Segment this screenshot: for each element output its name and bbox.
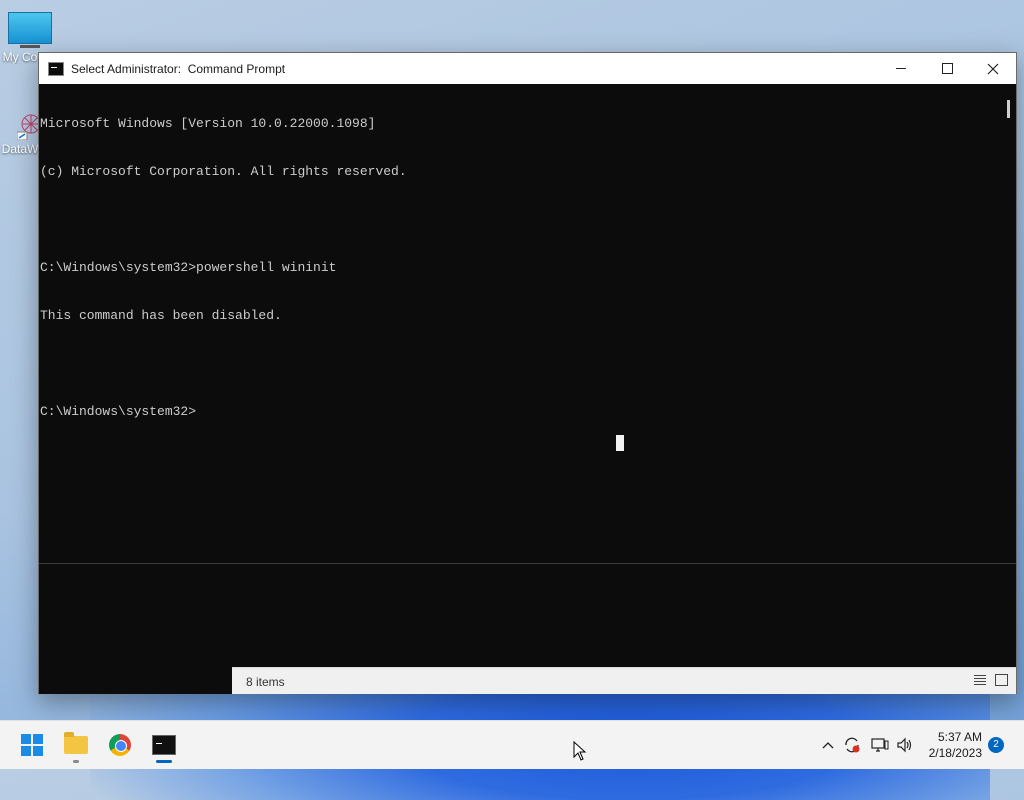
console-output[interactable]: Microsoft Windows [Version 10.0.22000.10… [39, 84, 1000, 562]
minimize-button[interactable] [878, 53, 924, 84]
clock[interactable]: 5:37 AM 2/18/2023 [929, 729, 982, 761]
desktop-icon-label: My Co [2, 50, 38, 64]
cmd-icon [48, 61, 64, 76]
chrome-icon [109, 734, 131, 756]
notification-badge[interactable]: 2 [988, 737, 1004, 753]
mouse-pointer-icon [573, 741, 587, 761]
folder-icon [64, 732, 88, 754]
title-bar[interactable]: Select Administrator: Command Prompt [39, 53, 1016, 84]
cmd-icon [152, 735, 176, 755]
maximize-icon [941, 63, 953, 74]
console-line: C:\Windows\system32>powershell wininit [40, 260, 337, 275]
close-button[interactable] [970, 53, 1016, 84]
volume-icon [897, 737, 912, 753]
taskbar-chrome[interactable] [100, 725, 140, 765]
console-prompt-line: C:\Windows\system32> [40, 404, 197, 419]
scrollbar-thumb[interactable] [1007, 100, 1010, 118]
windows-start-icon [21, 734, 43, 756]
desktop-icon-label: DataW [1, 142, 39, 156]
running-indicator [73, 760, 79, 763]
show-hidden-icons-button[interactable] [818, 721, 838, 769]
console-line: This command has been disabled. [40, 308, 282, 323]
vertical-scrollbar[interactable] [999, 84, 1016, 562]
details-view-icon[interactable] [974, 675, 986, 685]
taskbar-command-prompt[interactable] [144, 725, 184, 765]
taskbar: 5:37 AM 2/18/2023 2 [0, 720, 1024, 769]
item-count: 8 items [246, 675, 285, 689]
text-cursor [616, 435, 624, 451]
close-icon [987, 63, 999, 74]
active-indicator [156, 760, 172, 763]
chevron-up-icon [822, 742, 834, 749]
clock-date: 2/18/2023 [928, 746, 982, 760]
console-line: (c) Microsoft Corporation. All rights re… [40, 164, 407, 179]
sync-icon [845, 737, 860, 753]
start-button[interactable] [12, 725, 52, 765]
window-title: Select Administrator: Command Prompt [71, 61, 286, 76]
sync-status[interactable] [842, 721, 862, 769]
maximize-button[interactable] [924, 53, 970, 84]
volume-control[interactable] [894, 721, 916, 769]
tiles-view-icon[interactable] [995, 674, 1008, 686]
taskbar-file-explorer[interactable] [56, 725, 96, 765]
monitor-stand [20, 45, 40, 48]
network-status[interactable] [869, 721, 891, 769]
explorer-status-bar: 8 items [232, 667, 1016, 694]
minimize-icon [896, 68, 906, 69]
console-line: Microsoft Windows [Version 10.0.22000.10… [40, 116, 376, 131]
network-icon [871, 738, 889, 752]
command-prompt-window[interactable]: Select Administrator: Command Prompt Mic… [38, 52, 1017, 694]
clock-time: 5:37 AM [937, 730, 982, 744]
monitor-icon [8, 12, 52, 44]
